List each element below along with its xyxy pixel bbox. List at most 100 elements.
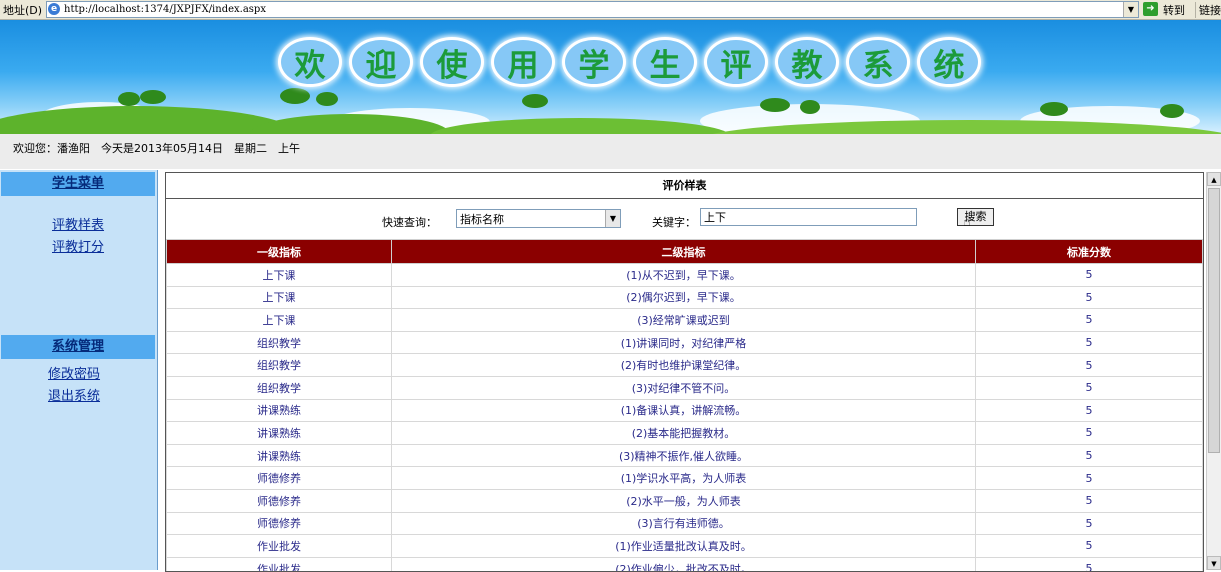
chevron-down-icon[interactable]: ▼ [1123,2,1138,17]
page-title: 评价样表 [166,173,1203,199]
table-cell: 5 [976,489,1203,512]
table-cell: 组织教学 [167,376,392,399]
address-label: 地址(D) [3,2,42,18]
table-cell: (2)水平一般，为人师表 [392,489,976,512]
table-cell: 5 [976,535,1203,558]
address-bar: 地址(D) e http://localhost:1374/JXPJFX/ind… [0,0,1221,20]
table-body: 上下课(1)从不迟到，早下课。5上下课(2)偶尔迟到，早下课。5上下课(3)经常… [167,264,1203,572]
table-cell: 组织教学 [167,354,392,377]
sidebar-item-rate-teaching[interactable]: 评教打分 [52,236,104,255]
table-row: 讲课熟练(2)基本能把握教材。5 [167,422,1203,445]
table-cell: 5 [976,444,1203,467]
welcome-bar: 欢迎您：潘渔阳 今天是2013年05月14日 星期二 上午 [0,134,1221,169]
table-cell: 5 [976,467,1203,490]
table-cell: (2)偶尔迟到，早下课。 [392,286,976,309]
table-cell: (3)对纪律不管不问。 [392,376,976,399]
criteria-table: 一级指标 二级指标 标准分数 上下课(1)从不迟到，早下课。5上下课(2)偶尔迟… [166,239,1203,572]
table-cell: 5 [976,399,1203,422]
system-title: 欢 迎 使 用 学 生 评 教 系 统 [281,40,978,84]
student-menu-title: 学生菜单 [52,176,104,191]
table-cell: (1)学识水平高，为人师表 [392,467,976,490]
table-row: 组织教学(3)对纪律不管不问。5 [167,376,1203,399]
table-header-row: 一级指标 二级指标 标准分数 [167,240,1203,264]
system-menu-header: 系统管理 [1,335,155,359]
page-icon: e [48,3,60,15]
table-row: 讲课熟练(3)精神不振作,催人欲睡。5 [167,444,1203,467]
table-cell: 5 [976,309,1203,332]
table-cell: 5 [976,422,1203,445]
table-cell: (1)讲课同时，对纪律严格 [392,331,976,354]
title-char: 统 [920,40,978,84]
content-frame: 评价样表 快速查询： 指标名称 ▼ 关键字： 搜索 ☝ 一级指标 二级指标 标准… [165,172,1204,572]
title-char: 欢 [281,40,339,84]
table-cell: (3)精神不振作,催人欲睡。 [392,444,976,467]
scrollbar[interactable]: ▲ ▼ [1206,172,1221,570]
title-char: 学 [565,40,623,84]
table-cell: 讲课熟练 [167,444,392,467]
table-cell: 上下课 [167,286,392,309]
scroll-down-icon[interactable]: ▼ [1207,556,1221,570]
table-cell: (1)作业适量批改认真及时。 [392,535,976,558]
url-text[interactable]: http://localhost:1374/JXPJFX/index.aspx [64,2,266,17]
table-cell: (1)备课认真，讲解流畅。 [392,399,976,422]
title-char: 生 [636,40,694,84]
table-cell: 讲课熟练 [167,422,392,445]
table-cell: 组织教学 [167,331,392,354]
go-button[interactable]: 转到 [1163,2,1185,18]
welcome-text: 欢迎您：潘渔阳 今天是2013年05月14日 星期二 上午 [13,140,300,156]
table-row: 组织教学(2)有时也维护课堂纪律。5 [167,354,1203,377]
table-cell: (3)经常旷课或迟到 [392,309,976,332]
column-header: 一级指标 [167,240,392,264]
table-row: 师德修养(2)水平一般，为人师表5 [167,489,1203,512]
table-cell: (3)言行有违师德。 [392,512,976,535]
go-arrow-icon[interactable]: ➜ [1143,2,1158,16]
title-char: 迎 [352,40,410,84]
table-cell: 5 [976,331,1203,354]
student-menu-header: 学生菜单 [1,172,155,196]
table-cell: 上下课 [167,309,392,332]
column-header: 二级指标 [392,240,976,264]
table-cell: 师德修养 [167,489,392,512]
scroll-thumb[interactable] [1208,188,1220,453]
table-cell: 师德修养 [167,467,392,490]
table-cell: (2)基本能把握教材。 [392,422,976,445]
table-row: 上下课(2)偶尔迟到，早下课。5 [167,286,1203,309]
title-char: 系 [849,40,907,84]
sidebar-item-change-password[interactable]: 修改密码 [48,363,100,382]
quick-query-label: 快速查询： [382,214,437,230]
table-cell: (1)从不迟到，早下课。 [392,264,976,287]
keyword-label: 关键字： [652,214,696,230]
sidebar-item-sample-table[interactable]: 评教样表 [52,214,104,233]
table-row: 组织教学(1)讲课同时，对纪律严格5 [167,331,1203,354]
table-cell: 作业批发 [167,535,392,558]
links-button[interactable]: 链接 [1195,2,1221,18]
title-char: 用 [494,40,552,84]
hand-cursor-icon: ☝ [963,215,974,229]
table-cell: 5 [976,264,1203,287]
chevron-down-icon[interactable]: ▼ [605,210,620,227]
title-char: 教 [778,40,836,84]
banner: 欢 迎 使 用 学 生 评 教 系 统 [0,20,1221,134]
system-menu-title: 系统管理 [52,339,104,354]
sidebar-item-logout[interactable]: 退出系统 [48,385,100,404]
table-cell: 5 [976,286,1203,309]
table-cell: 上下课 [167,264,392,287]
scroll-up-icon[interactable]: ▲ [1207,172,1221,186]
url-field[interactable]: e http://localhost:1374/JXPJFX/index.asp… [46,1,1139,18]
table-row: 作业批发(1)作业适量批改认真及时。5 [167,535,1203,558]
table-row: 师德修养(1)学识水平高，为人师表5 [167,467,1203,490]
table-cell: 讲课熟练 [167,399,392,422]
title-char: 使 [423,40,481,84]
table-cell: 5 [976,354,1203,377]
keyword-input[interactable] [700,208,917,226]
table-cell: (2)有时也维护课堂纪律。 [392,354,976,377]
quick-query-select[interactable]: 指标名称 ▼ [456,209,621,228]
column-header: 标准分数 [976,240,1203,264]
table-row: 师德修养(3)言行有违师德。5 [167,512,1203,535]
quick-query-value: 指标名称 [460,211,504,227]
title-char: 评 [707,40,765,84]
table-cell: 5 [976,512,1203,535]
table-row: 上下课(3)经常旷课或迟到5 [167,309,1203,332]
table-row: 讲课熟练(1)备课认真，讲解流畅。5 [167,399,1203,422]
table-row: 上下课(1)从不迟到，早下课。5 [167,264,1203,287]
